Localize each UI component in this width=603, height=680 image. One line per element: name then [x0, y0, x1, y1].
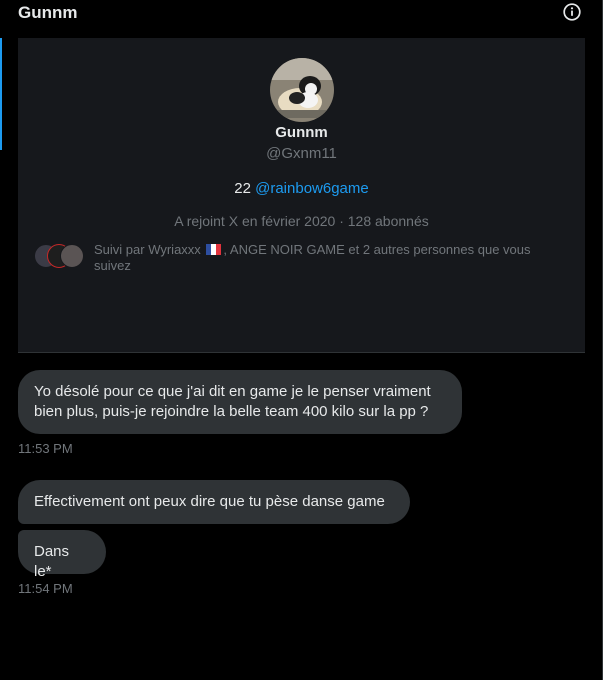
profile-bio: 22 @rainbow6game	[18, 180, 585, 197]
conversation-title: Gunnm	[18, 3, 78, 22]
message-bubble[interactable]: Yo désolé pour ce que j'ai dit en game j…	[18, 370, 462, 434]
message-timestamp: 11:54 PM	[18, 581, 73, 596]
profile-name: Gunnm	[275, 124, 328, 141]
conversation-header: Gunnm	[18, 0, 588, 26]
follower-avatars	[34, 244, 84, 268]
profile-avatar[interactable]	[270, 58, 334, 122]
message-bubble[interactable]: Effectivement ont peux dire que tu pèse …	[18, 480, 410, 524]
message-timestamp: 11:53 PM	[18, 441, 73, 456]
france-flag-icon	[206, 244, 222, 255]
profile-card[interactable]: Gunnm @Gxnm11 22 @rainbow6game A rejoint…	[18, 38, 585, 353]
info-circle-icon	[563, 3, 581, 21]
followed-by-text: Suivi par Wyriaxxx , ANGE NOIR GAME et 2…	[94, 242, 564, 274]
profile-meta: A rejoint X en février 2020 · 128 abonné…	[174, 213, 429, 229]
message-bubble[interactable]: Dans le*	[18, 530, 106, 580]
profile-handle: @Gxnm11	[266, 145, 337, 162]
active-conversation-indicator	[0, 38, 2, 150]
bio-text: 22	[234, 180, 256, 197]
conversation-info-button[interactable]	[562, 2, 582, 22]
followed-by-prefix: Suivi par Wyriaxxx	[94, 242, 205, 257]
follower-avatar	[60, 244, 84, 268]
bio-mention-link[interactable]: @rainbow6game	[255, 180, 369, 197]
